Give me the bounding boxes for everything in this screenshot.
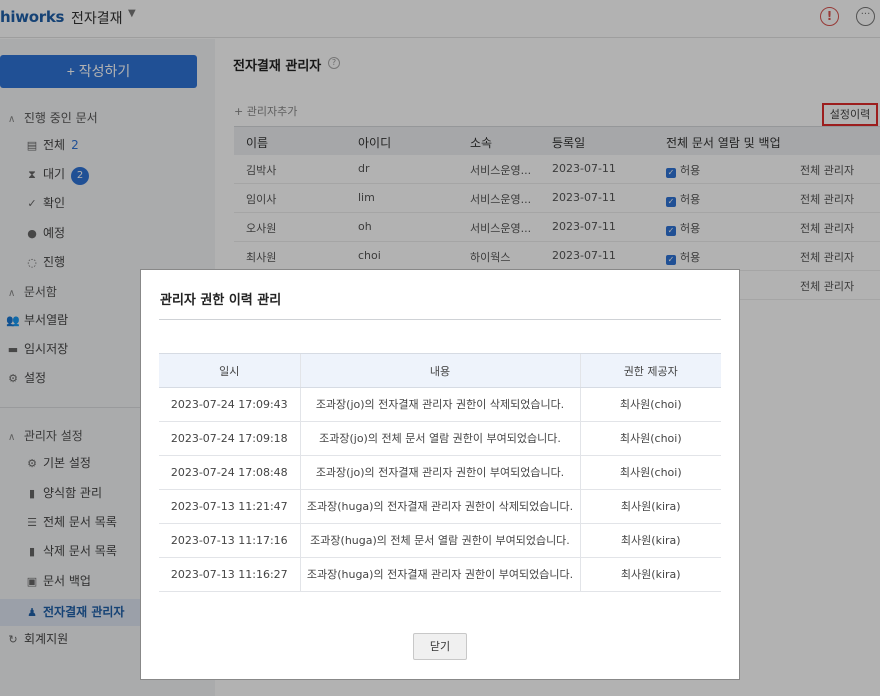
cell-time: 2023-07-13 11:21:47 xyxy=(159,489,300,524)
cell-content: 조과장(jo)의 전자결재 관리자 권한이 부여되었습니다. xyxy=(299,455,580,490)
divider xyxy=(159,319,721,320)
cell-content: 조과장(jo)의 전체 문서 열람 권한이 부여되었습니다. xyxy=(299,421,580,456)
cell-time: 2023-07-24 17:09:43 xyxy=(159,387,300,422)
table-header-row: 일시 내용 권한 제공자 xyxy=(159,353,721,388)
history-table: 일시 내용 권한 제공자 2023-07-24 17:09:43 조과장(jo)… xyxy=(159,353,721,592)
history-modal: 관리자 권한 이력 관리 일시 내용 권한 제공자 2023-07-24 17:… xyxy=(140,269,740,680)
cell-content: 조과장(huga)의 전자결재 관리자 권한이 삭제되었습니다. xyxy=(299,489,580,524)
cell-time: 2023-07-13 11:17:16 xyxy=(159,523,300,558)
cell-content: 조과장(huga)의 전체 문서 열람 권한이 부여되었습니다. xyxy=(299,523,580,558)
col-time: 일시 xyxy=(159,353,300,388)
table-row: 2023-07-24 17:08:48 조과장(jo)의 전자결재 관리자 권한… xyxy=(159,455,721,490)
cell-provider: 최사원(choi) xyxy=(579,421,721,456)
table-row: 2023-07-13 11:21:47 조과장(huga)의 전자결재 관리자 … xyxy=(159,489,721,524)
table-row: 2023-07-13 11:17:16 조과장(huga)의 전체 문서 열람 … xyxy=(159,523,721,558)
cell-provider: 최사원(kira) xyxy=(579,523,721,558)
col-content: 내용 xyxy=(299,353,580,388)
col-provider: 권한 제공자 xyxy=(579,353,721,388)
modal-title: 관리자 권한 이력 관리 xyxy=(160,293,282,308)
table-row: 2023-07-13 11:16:27 조과장(huga)의 전자결재 관리자 … xyxy=(159,557,721,592)
cell-provider: 최사원(choi) xyxy=(579,387,721,422)
cell-provider: 최사원(choi) xyxy=(579,455,721,490)
cell-content: 조과장(jo)의 전자결재 관리자 권한이 삭제되었습니다. xyxy=(299,387,580,422)
close-button[interactable]: 닫기 xyxy=(413,633,467,660)
table-row: 2023-07-24 17:09:43 조과장(jo)의 전자결재 관리자 권한… xyxy=(159,387,721,422)
cell-provider: 최사원(kira) xyxy=(579,489,721,524)
table-row: 2023-07-24 17:09:18 조과장(jo)의 전체 문서 열람 권한… xyxy=(159,421,721,456)
cell-time: 2023-07-13 11:16:27 xyxy=(159,557,300,592)
cell-provider: 최사원(kira) xyxy=(579,557,721,592)
cell-time: 2023-07-24 17:09:18 xyxy=(159,421,300,456)
cell-time: 2023-07-24 17:08:48 xyxy=(159,455,300,490)
cell-content: 조과장(huga)의 전자결재 관리자 권한이 부여되었습니다. xyxy=(299,557,580,592)
